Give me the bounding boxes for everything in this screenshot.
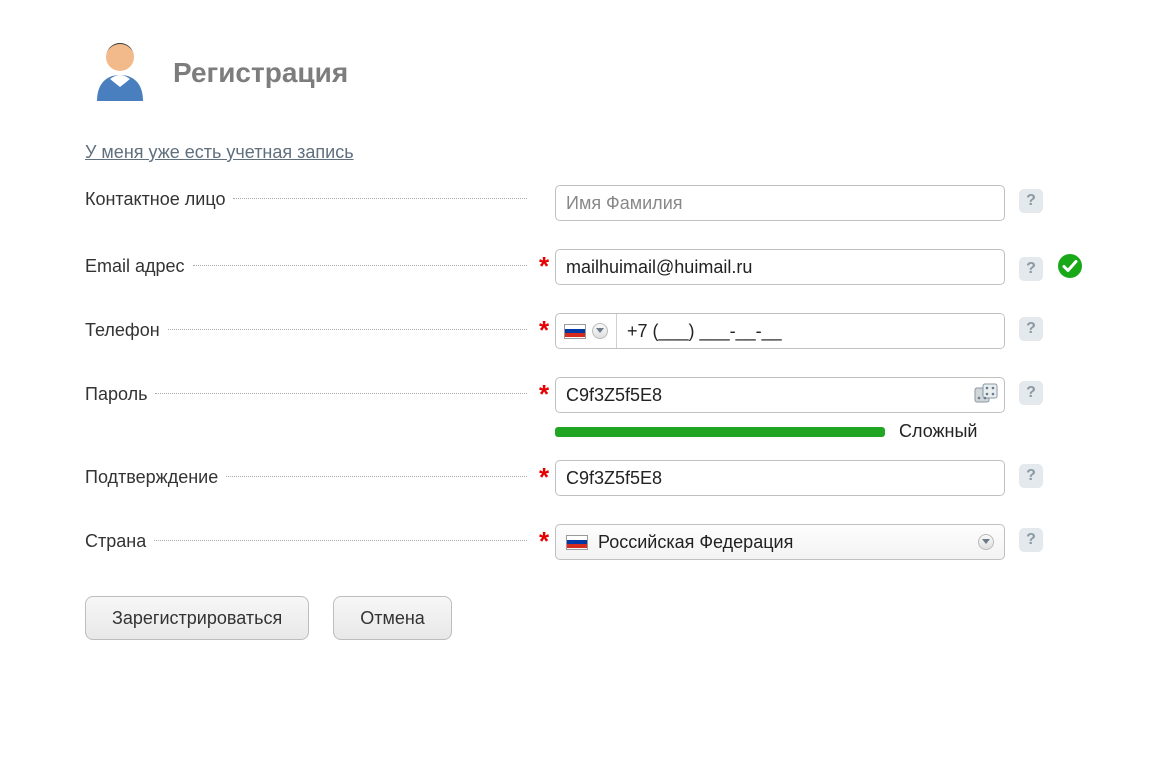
help-button-contact[interactable]: ? <box>1019 189 1043 213</box>
email-input[interactable] <box>555 249 1005 285</box>
registration-form: Контактное лицо ? Email адрес * ? <box>85 185 1100 560</box>
dotted-leader <box>168 329 527 330</box>
email-label: Email адрес <box>85 256 191 277</box>
password-strength-label: Сложный <box>899 421 978 442</box>
dotted-leader <box>193 265 527 266</box>
required-marker: * <box>533 381 555 407</box>
contact-label: Контактное лицо <box>85 189 231 210</box>
password-strength-bar <box>555 427 885 437</box>
country-selected-value: Российская Федерация <box>598 532 968 553</box>
dotted-leader <box>226 476 527 477</box>
page-title: Регистрация <box>173 57 348 89</box>
register-button[interactable]: Зарегистрироваться <box>85 596 309 640</box>
dotted-leader <box>155 393 527 394</box>
required-marker: * <box>533 317 555 343</box>
dotted-leader <box>233 198 527 199</box>
russia-flag-icon <box>564 324 586 339</box>
contact-input[interactable] <box>555 185 1005 221</box>
country-label: Страна <box>85 531 152 552</box>
password-label: Пароль <box>85 384 153 405</box>
password-input[interactable] <box>555 377 1005 413</box>
confirm-label: Подтверждение <box>85 467 224 488</box>
help-button-confirm[interactable]: ? <box>1019 464 1043 488</box>
phone-input[interactable] <box>617 314 1004 348</box>
help-button-email[interactable]: ? <box>1019 257 1043 281</box>
required-marker: * <box>533 464 555 490</box>
generate-password-button[interactable] <box>973 382 999 408</box>
dotted-leader <box>154 540 527 541</box>
form-header: Регистрация <box>85 35 1100 110</box>
checkmark-valid-icon <box>1057 253 1083 284</box>
existing-account-link[interactable]: У меня уже есть учетная запись <box>85 142 354 162</box>
chevron-down-icon <box>592 323 608 339</box>
help-button-phone[interactable]: ? <box>1019 317 1043 341</box>
cancel-button[interactable]: Отмена <box>333 596 452 640</box>
user-avatar-icon <box>85 35 155 110</box>
phone-country-dropdown[interactable] <box>556 314 617 348</box>
help-button-password[interactable]: ? <box>1019 381 1043 405</box>
required-marker: * <box>533 253 555 279</box>
chevron-down-icon <box>978 534 994 550</box>
help-button-country[interactable]: ? <box>1019 528 1043 552</box>
confirm-password-input[interactable] <box>555 460 1005 496</box>
russia-flag-icon <box>566 535 588 550</box>
country-dropdown[interactable]: Российская Федерация <box>555 524 1005 560</box>
phone-label: Телефон <box>85 320 166 341</box>
required-marker: * <box>533 528 555 554</box>
